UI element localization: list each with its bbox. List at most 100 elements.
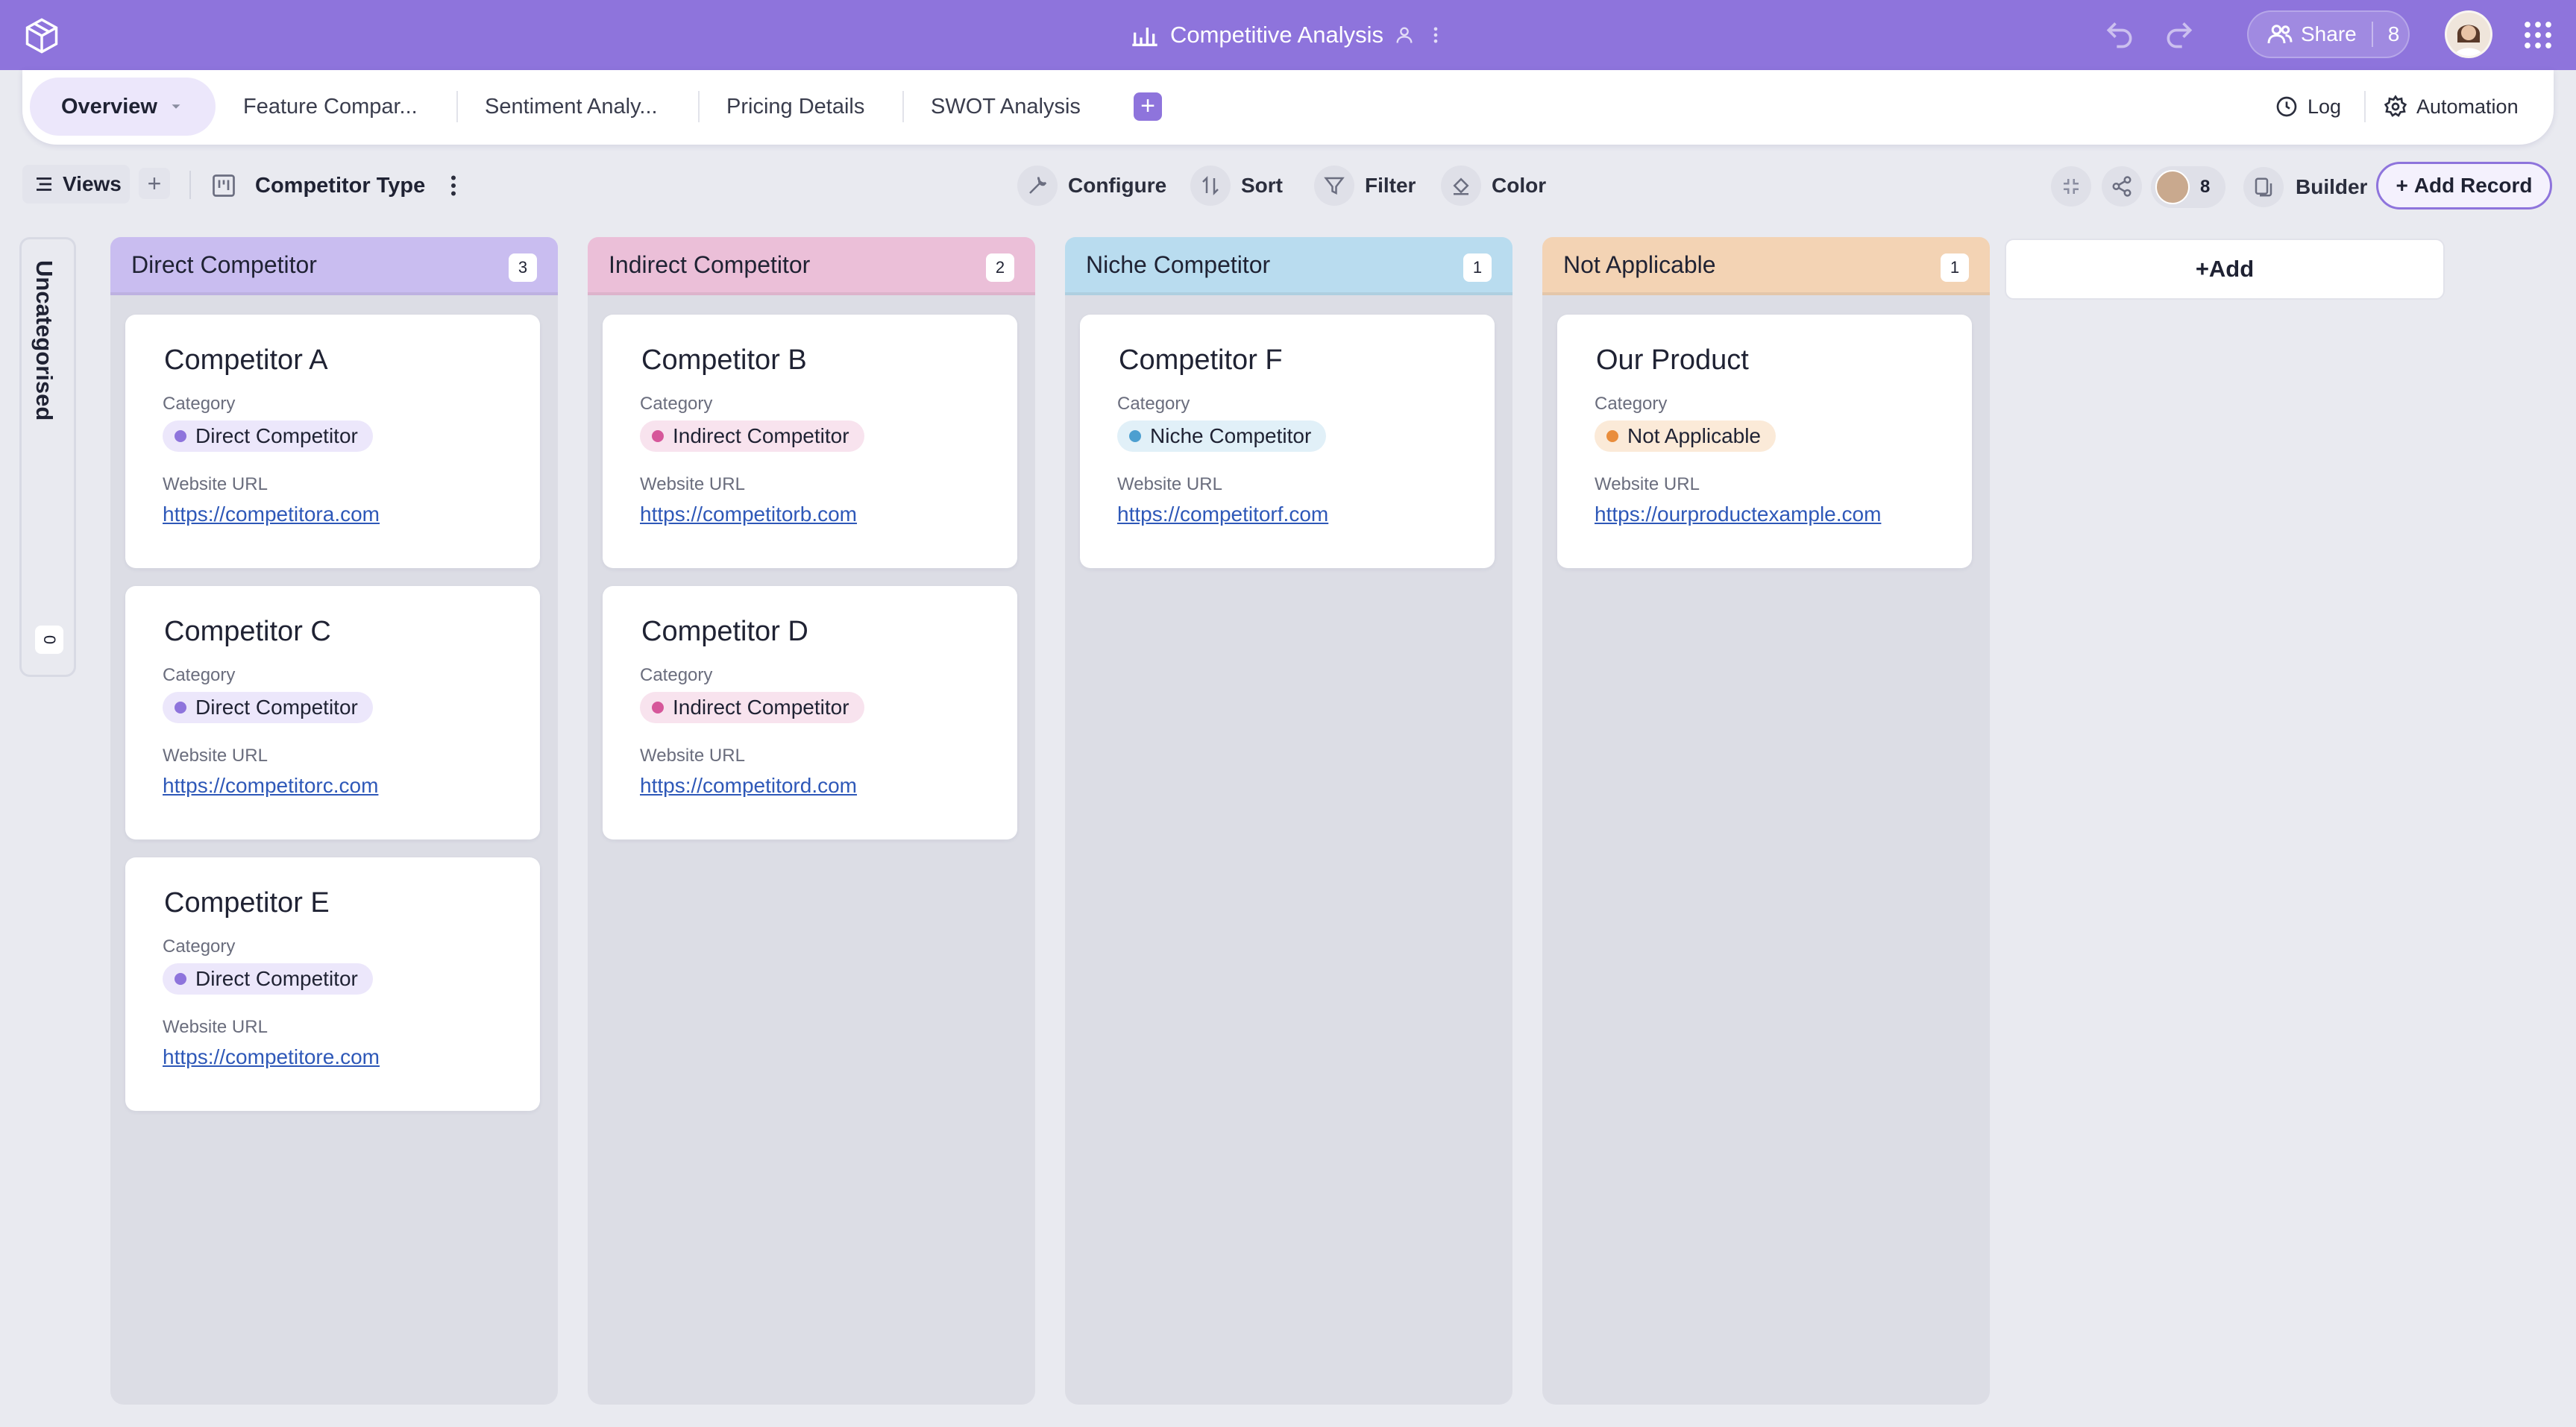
board-column: Not Applicable 1 Our Product Category Not Ap… (1542, 237, 1990, 1405)
website-field-label: Website URL (163, 1017, 268, 1037)
record-card[interactable]: Competitor A Category Direct Competitor Web… (125, 315, 540, 568)
category-dot (175, 430, 186, 442)
toolbar-divider (189, 171, 191, 199)
category-dot (1129, 430, 1141, 442)
record-card[interactable]: Our Product Category Not Applicable Website… (1557, 315, 1972, 568)
column-header[interactable]: Direct Competitor 3 (110, 237, 558, 295)
tab-swot-analysis[interactable]: SWOT Analysis (931, 78, 1081, 136)
chevron-down-icon (172, 104, 180, 109)
website-link[interactable]: https://ourproductexample.com (1595, 503, 1881, 526)
color-button[interactable]: Color (1441, 165, 1546, 207)
category-dot (1606, 430, 1618, 442)
column-title: Indirect Competitor (609, 251, 811, 278)
collapse-button[interactable] (2051, 166, 2091, 207)
redo-icon[interactable] (2163, 18, 2196, 51)
configure-button[interactable]: Configure (1017, 165, 1166, 207)
record-card[interactable]: Competitor B Category Indirect Competitor W… (603, 315, 1017, 568)
configure-label: Configure (1068, 174, 1167, 197)
user-access-icon[interactable] (1394, 25, 1415, 45)
view-options-icon[interactable] (444, 172, 462, 199)
category-pill: Indirect Competitor (640, 692, 864, 723)
website-link[interactable]: https://competitora.com (163, 503, 380, 526)
category-value: Niche Competitor (1150, 424, 1312, 447)
filter-icon (1314, 166, 1354, 206)
view-name[interactable]: Competitor Type (255, 174, 425, 198)
card-title: Competitor F (1119, 344, 1283, 376)
card-title: Competitor B (641, 344, 807, 376)
add-tab-button[interactable]: + (1134, 92, 1162, 121)
website-link[interactable]: https://competitore.com (163, 1045, 380, 1069)
app-title[interactable]: Competitive Analysis (1170, 22, 1383, 48)
wrench-icon (1017, 166, 1058, 206)
record-card[interactable]: Competitor E Category Direct Competitor Web… (125, 857, 540, 1111)
views-label: Views (63, 172, 122, 195)
sort-button[interactable]: Sort (1190, 165, 1283, 207)
column-count: 2 (986, 253, 1014, 282)
category-value: Direct Competitor (195, 967, 358, 990)
website-link[interactable]: https://competitorf.com (1117, 503, 1328, 526)
share-view-button[interactable] (2102, 166, 2142, 207)
menu-icon (37, 177, 51, 191)
collaborator-count: 8 (2200, 177, 2211, 197)
category-pill: Indirect Competitor (640, 420, 864, 452)
website-link[interactable]: https://competitorc.com (163, 774, 378, 798)
category-value: Indirect Competitor (673, 424, 849, 447)
category-value: Direct Competitor (195, 424, 358, 447)
automation-button[interactable]: Automation (2384, 78, 2519, 136)
tab-divider (2364, 91, 2366, 122)
tabs-bar: Overview Feature Compar... Sentiment Ana… (22, 70, 2554, 145)
record-card[interactable]: Competitor F Category Niche Competitor Webs… (1080, 315, 1495, 568)
log-button[interactable]: Log (2275, 78, 2341, 136)
filter-label: Filter (1365, 174, 1416, 197)
plus-icon: + (2396, 174, 2408, 197)
column-header[interactable]: Niche Competitor 1 (1065, 237, 1512, 295)
category-field-label: Category (163, 665, 236, 685)
add-record-button[interactable]: + Add Record (2376, 162, 2552, 210)
category-pill: Direct Competitor (163, 692, 373, 723)
share-label: Share (2301, 22, 2357, 45)
card-title: Competitor A (164, 344, 328, 376)
category-field-label: Category (640, 665, 713, 685)
board-column: Direct Competitor 3 Competitor A Category Di… (110, 237, 558, 1405)
column-header[interactable]: Indirect Competitor 2 (588, 237, 1035, 295)
website-field-label: Website URL (163, 474, 268, 494)
app-logo-icon[interactable] (22, 16, 61, 55)
more-options-icon[interactable] (1425, 25, 1446, 45)
add-column-button[interactable]: + Add (2005, 239, 2445, 300)
share-count: 8 (2387, 22, 2400, 45)
color-label: Color (1492, 174, 1547, 197)
column-header[interactable]: Not Applicable 1 (1542, 237, 1990, 295)
collaborators[interactable]: 8 (2151, 166, 2225, 208)
category-dot (652, 430, 664, 442)
tab-pricing-details[interactable]: Pricing Details (726, 78, 864, 136)
filter-button[interactable]: Filter (1314, 165, 1416, 207)
column-count: 1 (1463, 253, 1492, 282)
builder-button[interactable]: Builder (2243, 166, 2367, 208)
tab-feature-comparison[interactable]: Feature Compar... (243, 78, 418, 136)
category-pill: Direct Competitor (163, 420, 373, 452)
tab-overview[interactable]: Overview (30, 78, 216, 136)
users-icon (2267, 25, 2293, 44)
category-field-label: Category (640, 394, 713, 414)
tab-divider (698, 91, 700, 122)
top-app-bar: Competitive Analysis Share 8 (0, 0, 2576, 70)
website-link[interactable]: https://competitorb.com (640, 503, 857, 526)
category-field-label: Category (163, 936, 236, 957)
share-divider (2371, 22, 2373, 47)
views-button[interactable]: Views (22, 165, 130, 204)
share-button[interactable]: Share 8 (2247, 10, 2410, 58)
category-pill: Direct Competitor (163, 963, 373, 995)
tab-sentiment-analysis[interactable]: Sentiment Analy... (485, 78, 658, 136)
builder-icon (2243, 167, 2284, 207)
user-avatar[interactable] (2445, 10, 2492, 58)
category-value: Not Applicable (1627, 424, 1762, 447)
record-card[interactable]: Competitor D Category Indirect Competitor W… (603, 586, 1017, 839)
uncategorised-column[interactable]: Uncategorised 0 (19, 237, 76, 677)
record-card[interactable]: Competitor C Category Direct Competitor Web… (125, 586, 540, 839)
column-title: Niche Competitor (1086, 251, 1271, 278)
website-field-label: Website URL (163, 746, 268, 766)
apps-grid-icon[interactable] (2522, 19, 2554, 51)
website-link[interactable]: https://competitord.com (640, 774, 857, 798)
add-view-button[interactable]: + (139, 168, 170, 199)
undo-icon[interactable] (2103, 18, 2136, 51)
